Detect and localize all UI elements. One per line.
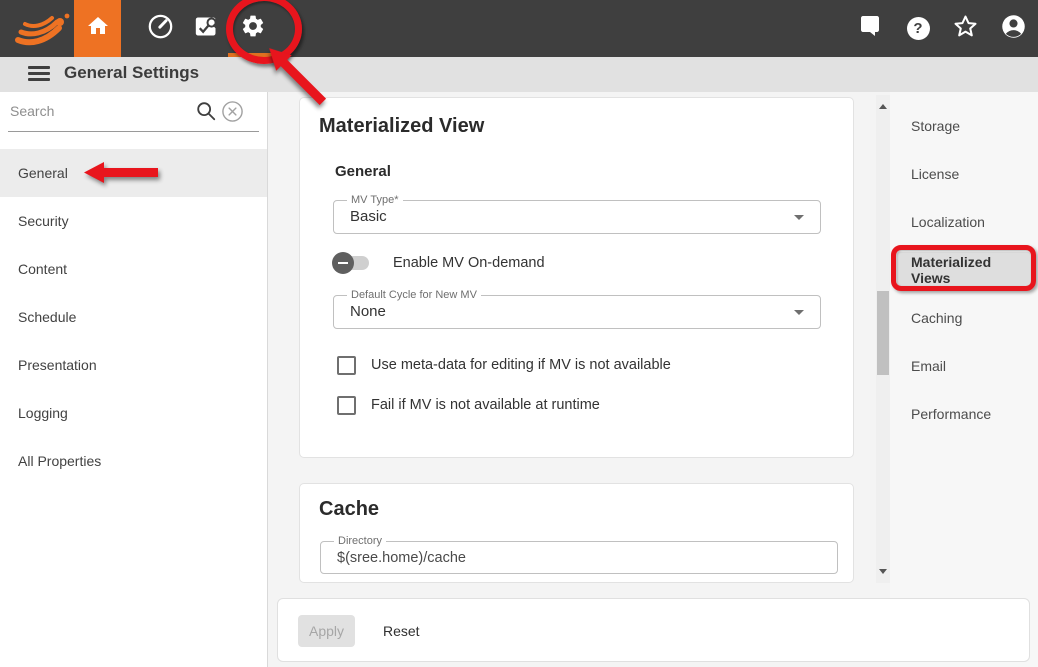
- help-button[interactable]: ?: [895, 0, 941, 57]
- help-icon: ?: [907, 17, 930, 40]
- section-item-label: Email: [911, 358, 946, 374]
- section-item-materialized-views[interactable]: Materialized Views: [897, 252, 1031, 288]
- section-item-label: Caching: [911, 310, 962, 326]
- section-item-caching[interactable]: Caching: [890, 294, 1038, 342]
- menu-hamburger-icon[interactable]: [28, 66, 50, 81]
- sidebar-item-label: Content: [18, 261, 67, 277]
- default-cycle-select[interactable]: Default Cycle for New MV None: [333, 295, 821, 329]
- section-item-storage[interactable]: Storage: [890, 102, 1038, 150]
- section-item-performance[interactable]: Performance: [890, 390, 1038, 438]
- sidebar-item-label: Security: [18, 213, 69, 229]
- chevron-down-icon: [794, 310, 804, 315]
- section-item-email[interactable]: Email: [890, 342, 1038, 390]
- fail-if-mv-unavailable-checkbox[interactable]: [337, 396, 356, 415]
- right-nav-list: Storage License Localization Materialize…: [890, 102, 1038, 438]
- clear-search-icon[interactable]: [221, 100, 244, 128]
- fail-mv-checkbox-row: Fail if MV is not available at runtime: [337, 395, 600, 415]
- settings-nav-button[interactable]: [230, 0, 276, 57]
- scroll-up-icon[interactable]: [879, 104, 887, 109]
- section-item-label: Localization: [911, 214, 985, 230]
- materialized-view-card: Materialized View General MV Type* Basic…: [299, 97, 854, 458]
- card-title: Cache: [319, 498, 379, 521]
- mv-type-select[interactable]: MV Type* Basic: [333, 200, 821, 234]
- reset-button[interactable]: Reset: [377, 615, 426, 647]
- section-item-localization[interactable]: Localization: [890, 198, 1038, 246]
- chat-button[interactable]: [848, 0, 894, 57]
- sidebar-item-label: Presentation: [18, 357, 97, 373]
- page-title: General Settings: [64, 63, 199, 83]
- section-item-label: Materialized Views: [911, 254, 1031, 286]
- sidebar-item-label: General: [18, 165, 68, 181]
- use-meta-data-checkbox[interactable]: [337, 356, 356, 375]
- gauge-icon: [147, 13, 174, 45]
- scroll-down-icon[interactable]: [879, 569, 887, 574]
- apply-button[interactable]: Apply: [298, 615, 355, 647]
- search-underline: [8, 131, 259, 132]
- content-scrollbar[interactable]: [876, 95, 890, 583]
- search-icon[interactable]: [195, 100, 217, 127]
- reports-nav-button[interactable]: [183, 0, 229, 57]
- default-cycle-value: None: [350, 296, 386, 328]
- sidebar-item-general[interactable]: General: [0, 149, 267, 197]
- section-item-label: License: [911, 166, 959, 182]
- section-heading: General: [335, 163, 391, 180]
- toggle-label: Enable MV On-demand: [393, 255, 545, 271]
- scrollbar-thumb[interactable]: [877, 291, 889, 375]
- checkbox-label: Fail if MV is not available at runtime: [371, 397, 600, 413]
- settings-left-sidebar: General Security Content Schedule Presen…: [0, 92, 268, 667]
- toggle-thumb: [332, 252, 354, 274]
- section-nav-sidebar: Storage License Localization Materialize…: [890, 92, 1038, 667]
- home-icon: [86, 14, 110, 43]
- section-item-label: Performance: [911, 406, 991, 422]
- section-item-license[interactable]: License: [890, 150, 1038, 198]
- sidebar-item-label: Logging: [18, 405, 68, 421]
- report-search-icon: [193, 13, 220, 45]
- sidebar-item-security[interactable]: Security: [0, 197, 267, 245]
- help-glyph: ?: [913, 20, 922, 37]
- active-tab-indicator: [228, 53, 278, 57]
- account-icon: [1000, 13, 1027, 45]
- search-row: [0, 92, 267, 132]
- settings-gear-icon: [240, 13, 266, 44]
- sidebar-item-logging[interactable]: Logging: [0, 389, 267, 437]
- inetsoft-logo-icon: [14, 9, 72, 49]
- sidebar-item-schedule[interactable]: Schedule: [0, 293, 267, 341]
- meta-data-checkbox-row: Use meta-data for editing if MV is not a…: [337, 355, 671, 375]
- cache-directory-field: Directory: [320, 541, 838, 574]
- sidebar-item-content[interactable]: Content: [0, 245, 267, 293]
- account-button[interactable]: [990, 0, 1036, 57]
- chevron-down-icon: [794, 215, 804, 220]
- mv-type-value: Basic: [350, 201, 387, 233]
- enable-mv-on-demand-toggle[interactable]: [335, 256, 369, 270]
- sidebar-item-presentation[interactable]: Presentation: [0, 341, 267, 389]
- on-demand-toggle-row: Enable MV On-demand: [335, 250, 545, 276]
- search-input[interactable]: [8, 96, 192, 126]
- home-nav-button[interactable]: [74, 0, 121, 57]
- top-app-bar: ?: [0, 0, 1038, 57]
- star-icon: [952, 13, 979, 45]
- dashboard-nav-button[interactable]: [137, 0, 183, 57]
- footer-action-bar: Apply Reset: [277, 598, 1030, 662]
- sidebar-item-label: All Properties: [18, 453, 101, 469]
- favorites-button[interactable]: [942, 0, 988, 57]
- left-nav-list: General Security Content Schedule Presen…: [0, 149, 267, 485]
- card-title: Materialized View: [319, 115, 484, 138]
- sidebar-item-label: Schedule: [18, 309, 76, 325]
- cache-directory-input[interactable]: [321, 542, 837, 573]
- sidebar-item-all-properties[interactable]: All Properties: [0, 437, 267, 485]
- checkbox-label: Use meta-data for editing if MV is not a…: [371, 357, 671, 373]
- section-item-label: Storage: [911, 118, 960, 134]
- chat-bubble-icon: [859, 14, 883, 43]
- cache-card: Cache Directory: [299, 483, 854, 583]
